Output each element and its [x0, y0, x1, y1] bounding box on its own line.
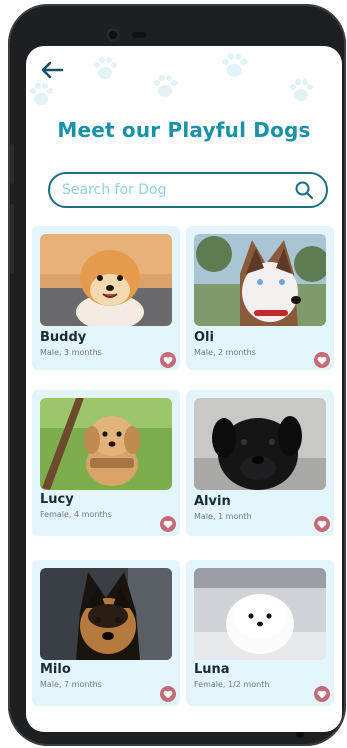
dog-details: Male, 2 months	[194, 348, 256, 357]
dog-card-oli[interactable]: Oli Male, 2 months	[186, 226, 334, 370]
paw-print-icon	[290, 79, 313, 101]
dog-photo-alvin	[194, 398, 326, 490]
dog-name: Buddy	[40, 330, 87, 345]
search-bar[interactable]	[48, 172, 328, 208]
favorite-button[interactable]	[314, 352, 330, 368]
dog-name: Alvin	[194, 494, 231, 509]
app-screen: Meet our Playful Dogs Buddy Male,	[26, 46, 342, 732]
paw-print-icon	[30, 83, 53, 105]
heart-icon	[163, 690, 173, 698]
favorite-button[interactable]	[314, 686, 330, 702]
favorite-button[interactable]	[160, 686, 176, 702]
dog-name: Oli	[194, 330, 214, 345]
dog-details: Female, 4 months	[40, 510, 112, 519]
dog-name: Lucy	[40, 492, 74, 507]
heart-icon	[317, 690, 327, 698]
search-icon[interactable]	[294, 180, 314, 200]
page-title: Meet our Playful Dogs	[57, 118, 311, 142]
dog-details: Female, 1/2 month	[194, 680, 270, 689]
dog-details: Male, 1 month	[194, 512, 252, 521]
favorite-button[interactable]	[160, 352, 176, 368]
phone-side-button	[10, 204, 14, 274]
dog-photo-lucy	[40, 398, 172, 490]
dog-details: Male, 3 months	[40, 348, 102, 357]
front-camera	[106, 28, 120, 42]
phone-side-button	[10, 144, 14, 184]
dog-card-buddy[interactable]: Buddy Male, 3 months	[32, 226, 180, 370]
dog-name: Milo	[40, 662, 71, 677]
favorite-button[interactable]	[160, 516, 176, 532]
back-arrow-icon[interactable]	[40, 60, 64, 80]
dog-card-lucy[interactable]: Lucy Female, 4 months	[32, 390, 180, 536]
phone-speaker	[132, 32, 146, 38]
paw-print-icon	[222, 53, 247, 77]
dog-photo-milo	[40, 568, 172, 660]
heart-icon	[317, 520, 327, 528]
favorite-button[interactable]	[314, 516, 330, 532]
dog-name: Luna	[194, 662, 230, 677]
paw-print-icon	[154, 75, 177, 97]
dog-photo-buddy	[40, 234, 172, 326]
dog-card-luna[interactable]: Luna Female, 1/2 month	[186, 560, 334, 706]
dog-photo-oli	[194, 234, 326, 326]
heart-icon	[163, 356, 173, 364]
search-input[interactable]	[62, 182, 294, 198]
dog-card-milo[interactable]: Milo Male, 7 months	[32, 560, 180, 706]
heart-icon	[163, 520, 173, 528]
paw-print-icon	[94, 57, 117, 79]
dog-card-alvin[interactable]: Alvin Male, 1 month	[186, 390, 334, 536]
dog-photo-luna	[194, 568, 326, 660]
dog-details: Male, 7 months	[40, 680, 102, 689]
heart-icon	[317, 356, 327, 364]
